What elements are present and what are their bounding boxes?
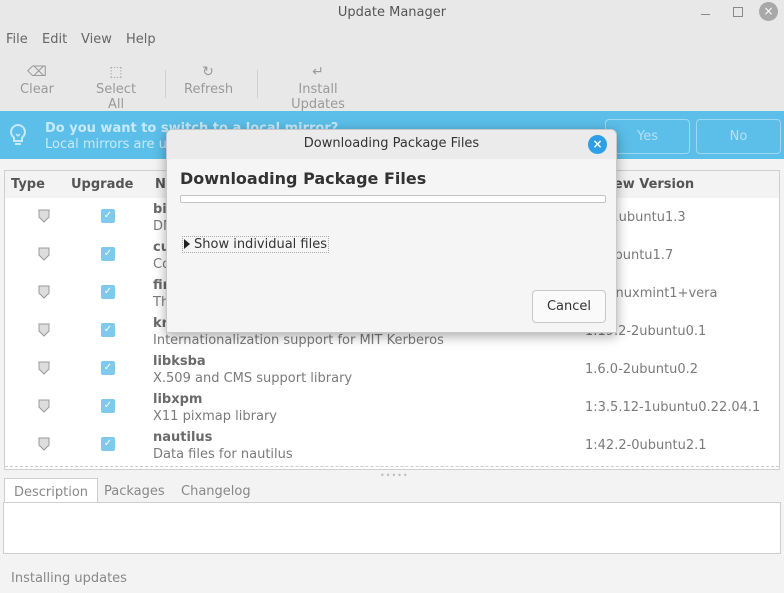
shield-icon xyxy=(38,209,50,223)
table-row[interactable]: ✓ libksba X.509 and CMS support library 1.6… xyxy=(5,350,779,388)
package-name: libxpm xyxy=(153,392,203,407)
download-progress-bar xyxy=(180,195,606,203)
mirror-yes-button[interactable]: Yes xyxy=(605,119,690,154)
select-all-button[interactable]: ⬚ Select All xyxy=(87,62,145,112)
cancel-button[interactable]: Cancel xyxy=(532,290,606,323)
clear-icon: ⌫ xyxy=(27,64,47,80)
lightbulb-icon xyxy=(10,123,26,145)
shield-icon xyxy=(38,285,50,299)
close-window-button[interactable]: × xyxy=(759,2,778,21)
mirror-no-button[interactable]: No xyxy=(696,119,781,154)
pane-resize-handle[interactable]: ••••• xyxy=(380,471,409,480)
dialog-close-button[interactable]: × xyxy=(588,135,607,154)
dialog-title: Downloading Package Files xyxy=(303,136,480,151)
column-upgrade[interactable]: Upgrade xyxy=(71,177,133,192)
expander-arrow-icon xyxy=(184,239,190,249)
package-description: X11 pixmap library xyxy=(153,409,277,424)
toolbar-separator xyxy=(257,70,258,98)
window-titlebar: Update Manager × xyxy=(0,0,784,26)
install-updates-button[interactable]: ↵ Install Updates xyxy=(271,62,365,112)
maximize-button[interactable] xyxy=(729,4,747,22)
menu-bar: File Edit View Help xyxy=(0,26,784,54)
package-description: Data files for nautilus xyxy=(153,447,293,462)
shield-icon xyxy=(38,247,50,261)
refresh-icon: ↻ xyxy=(202,64,214,80)
refresh-button[interactable]: ↻ Refresh xyxy=(184,62,234,97)
column-type[interactable]: Type xyxy=(11,177,45,192)
upgrade-checkbox[interactable]: ✓ xyxy=(101,399,115,413)
package-description: Internationalization support for MIT Ker… xyxy=(153,333,444,348)
tab-changelog[interactable]: Changelog xyxy=(172,478,260,503)
tab-packages[interactable]: Packages xyxy=(95,478,174,503)
upgrade-checkbox[interactable]: ✓ xyxy=(101,209,115,223)
upgrade-checkbox[interactable]: ✓ xyxy=(101,437,115,451)
install-icon: ↵ xyxy=(312,64,324,80)
toolbar-separator xyxy=(165,70,166,98)
refresh-label: Refresh xyxy=(184,82,234,97)
upgrade-checkbox[interactable]: ✓ xyxy=(101,247,115,261)
table-row[interactable]: ✓ nautilus Data files for nautilus 1:42.2-0… xyxy=(5,426,779,464)
package-name: libksba xyxy=(153,354,206,369)
show-files-expander[interactable]: Show individual files xyxy=(182,236,330,253)
package-version: 1:42.2-0ubuntu2.1 xyxy=(585,438,707,453)
shield-icon xyxy=(38,399,50,413)
downloading-dialog: Downloading Package Files × Downloading … xyxy=(166,129,617,333)
window-title: Update Manager xyxy=(337,5,447,20)
status-text: Installing updates xyxy=(11,571,127,586)
package-version: 1:3.5.12-1ubuntu0.22.04.1 xyxy=(585,400,761,415)
toolbar: ⌫ Clear ⬚ Select All ↻ Refresh ↵ Install… xyxy=(0,54,784,112)
shield-icon xyxy=(38,323,50,337)
tab-description[interactable]: Description xyxy=(4,478,99,504)
package-description: X.509 and CMS support library xyxy=(153,371,353,386)
upgrade-checkbox[interactable]: ✓ xyxy=(101,285,115,299)
menu-view[interactable]: View xyxy=(81,32,112,47)
select-all-label: Select All xyxy=(95,82,137,112)
menu-file[interactable]: File xyxy=(6,32,28,47)
dialog-heading: Downloading Package Files xyxy=(180,169,427,188)
package-name: nautilus xyxy=(153,430,213,445)
shield-icon xyxy=(38,361,50,375)
minimize-button[interactable] xyxy=(697,4,715,22)
menu-help[interactable]: Help xyxy=(126,32,156,47)
shield-icon xyxy=(38,437,50,451)
upgrade-checkbox[interactable]: ✓ xyxy=(101,361,115,375)
clear-button[interactable]: ⌫ Clear xyxy=(20,62,54,97)
dialog-titlebar: Downloading Package Files × xyxy=(167,130,616,159)
table-row[interactable]: ✓ libxpm X11 pixmap library 1:3.5.12-1ubunt… xyxy=(5,388,779,426)
package-name: bi xyxy=(153,202,167,217)
upgrade-checkbox[interactable]: ✓ xyxy=(101,323,115,337)
select-all-icon: ⬚ xyxy=(109,64,123,80)
expander-label: Show individual files xyxy=(194,237,328,252)
clear-label: Clear xyxy=(20,82,54,97)
package-version: 1.6.0-2ubuntu0.2 xyxy=(585,362,699,377)
menu-edit[interactable]: Edit xyxy=(42,32,67,47)
install-updates-label: Install Updates xyxy=(291,82,345,112)
description-panel xyxy=(3,502,781,554)
